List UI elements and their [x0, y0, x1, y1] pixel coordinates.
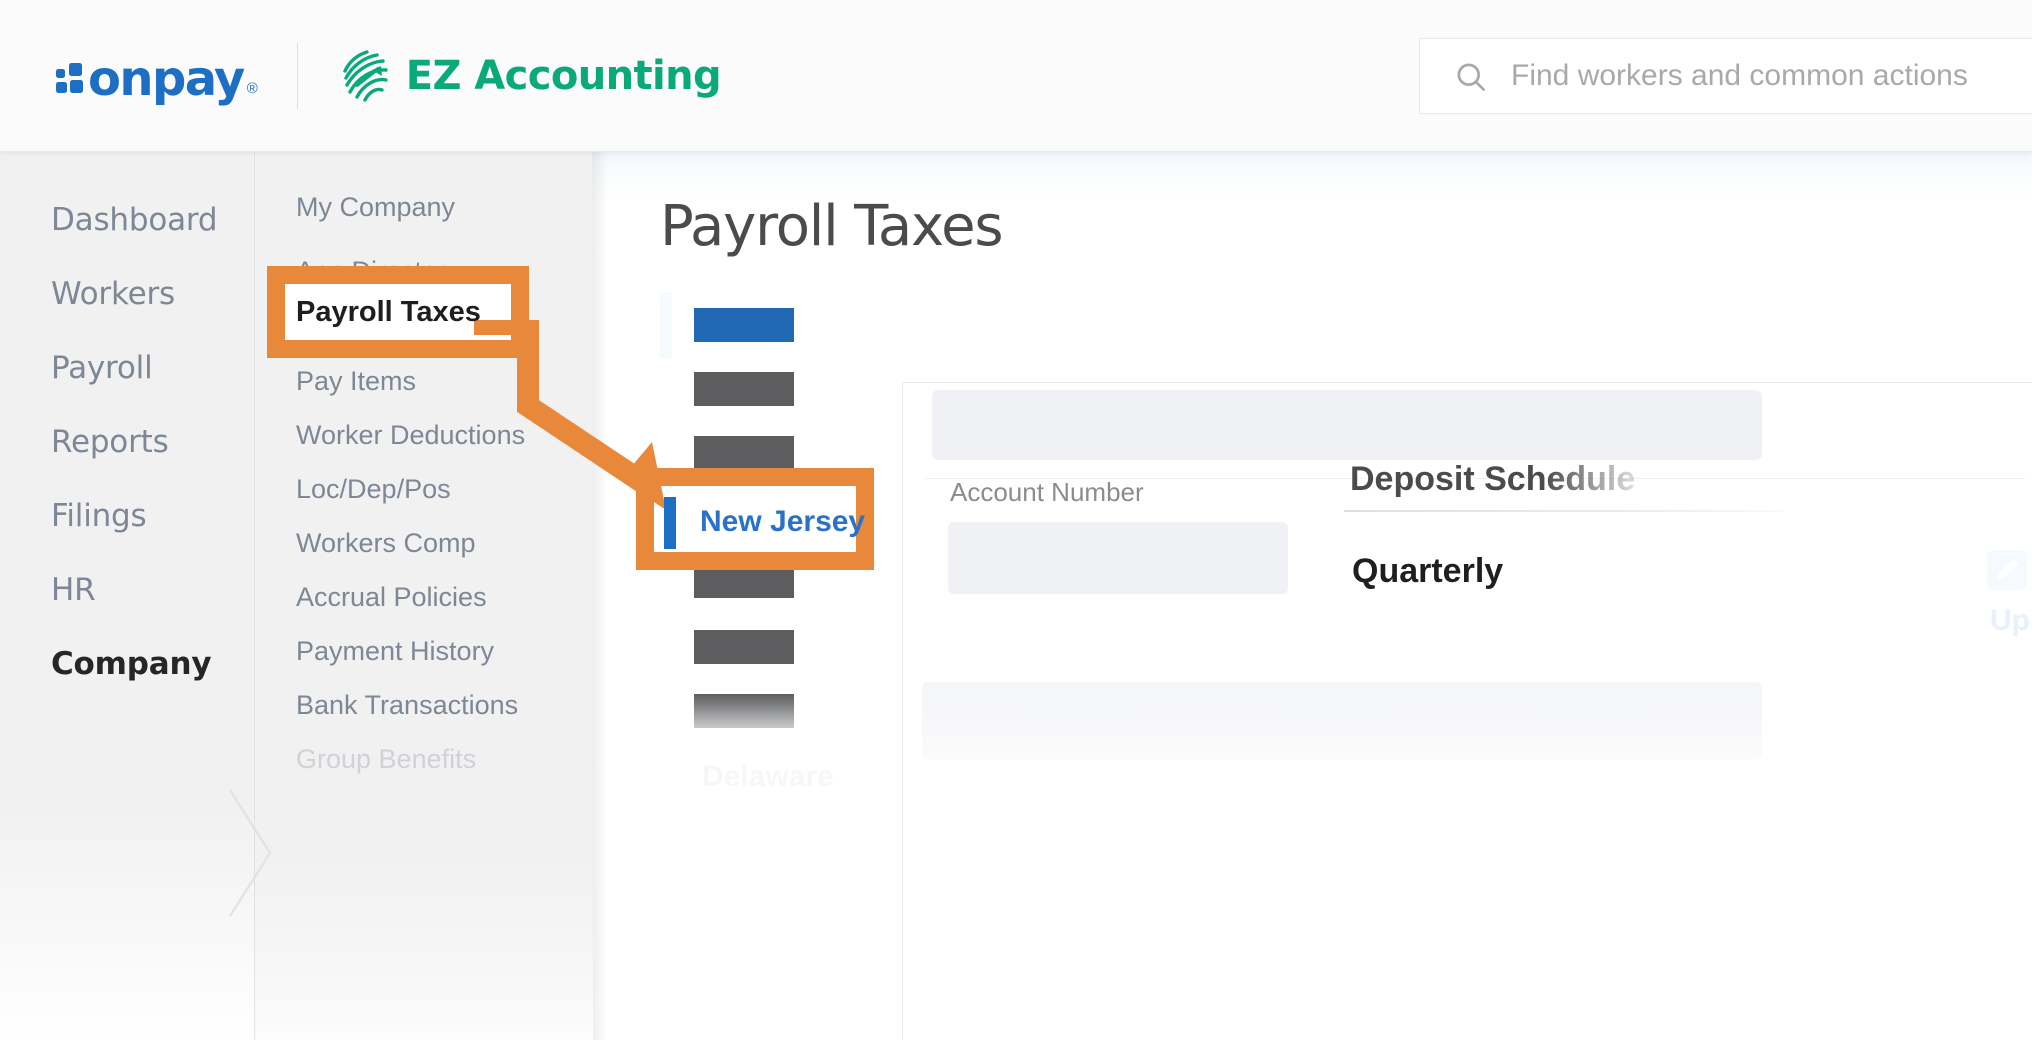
brand-row: onpay ® EZ Accounting	[56, 28, 721, 124]
sidebar-item-hr[interactable]: HR	[51, 572, 95, 608]
account-number-label: Account Number	[950, 477, 1144, 508]
onpay-registered-mark: ®	[247, 80, 258, 97]
nav-item-accrual-policies[interactable]: Accrual Policies	[296, 582, 487, 613]
deposit-schedule-value: Quarterly	[1352, 552, 1503, 591]
page-title: Payroll Taxes	[660, 194, 1002, 259]
brand-divider	[297, 43, 298, 109]
global-search[interactable]: Find workers and common actions	[1419, 38, 2032, 114]
nav-item-payment-history[interactable]: Payment History	[296, 636, 494, 667]
annotation-state-accent-bar	[664, 497, 676, 549]
nav-item-my-company[interactable]: My Company	[296, 192, 455, 223]
sidebar-item-workers[interactable]: Workers	[51, 276, 175, 312]
sidebar-item-reports[interactable]: Reports	[51, 424, 169, 460]
update-link-label[interactable]: Up	[1990, 604, 2030, 638]
skeleton-placeholder-top	[932, 390, 1762, 460]
elbow-arrow-down-right-icon	[470, 320, 710, 510]
nav-item-pay-items[interactable]: Pay Items	[296, 366, 416, 397]
onpay-squares-icon	[56, 59, 85, 93]
search-input[interactable]: Find workers and common actions	[1511, 59, 1968, 93]
onpay-logo[interactable]: onpay ®	[56, 48, 255, 104]
sidebar-item-dashboard[interactable]: Dashboard	[51, 202, 217, 238]
state-name-redacted	[694, 630, 794, 664]
ez-accounting-wordmark: EZ Accounting	[406, 56, 721, 96]
primary-sidebar: Dashboard Workers Payroll Reports Filing…	[0, 152, 254, 1040]
list-item[interactable]	[660, 678, 928, 744]
sidebar-item-company[interactable]: Company	[51, 646, 211, 682]
onpay-wordmark: onpay	[88, 55, 244, 103]
sidebar-item-payroll[interactable]: Payroll	[51, 350, 153, 386]
deposit-schedule-divider	[1344, 510, 1784, 512]
nav-item-group-benefits[interactable]: Group Benefits	[296, 744, 476, 775]
list-item-delaware[interactable]: Delaware	[660, 748, 928, 814]
state-name-redacted	[694, 694, 794, 728]
skeleton-placeholder-bottom	[922, 682, 1762, 760]
nav-item-app-directory[interactable]: App Directory	[296, 256, 460, 287]
state-label: Delaware	[702, 760, 834, 794]
app-root: onpay ® EZ Accounting	[0, 0, 2032, 1040]
pencil-edit-icon[interactable]	[1987, 550, 2027, 590]
account-number-field[interactable]	[948, 522, 1288, 594]
annotation-label-payroll-taxes: Payroll Taxes	[296, 296, 481, 329]
top-header: onpay ® EZ Accounting	[0, 0, 2032, 152]
list-item[interactable]	[660, 548, 928, 614]
secondary-sidebar: My Company App Directory Payroll Taxes P…	[254, 152, 592, 1040]
ez-accounting-globe-icon	[336, 48, 392, 104]
search-icon	[1453, 59, 1489, 95]
deposit-schedule-label: Deposit Schedule	[1350, 460, 1635, 499]
annotation-label-new-jersey: New Jersey	[700, 505, 865, 539]
content-top-glow	[592, 152, 2032, 198]
nav-item-loc-dep-pos[interactable]: Loc/Dep/Pos	[296, 474, 451, 505]
state-name-redacted	[694, 564, 794, 598]
sidebar-item-filings[interactable]: Filings	[51, 498, 147, 534]
list-item[interactable]	[660, 614, 928, 680]
chevron-right-notch-icon	[228, 788, 272, 918]
nav-item-workers-comp[interactable]: Workers Comp	[296, 528, 476, 559]
main-content: Payroll Taxes New Jersey	[592, 152, 2032, 1040]
nav-item-bank-transactions[interactable]: Bank Transactions	[296, 690, 518, 721]
